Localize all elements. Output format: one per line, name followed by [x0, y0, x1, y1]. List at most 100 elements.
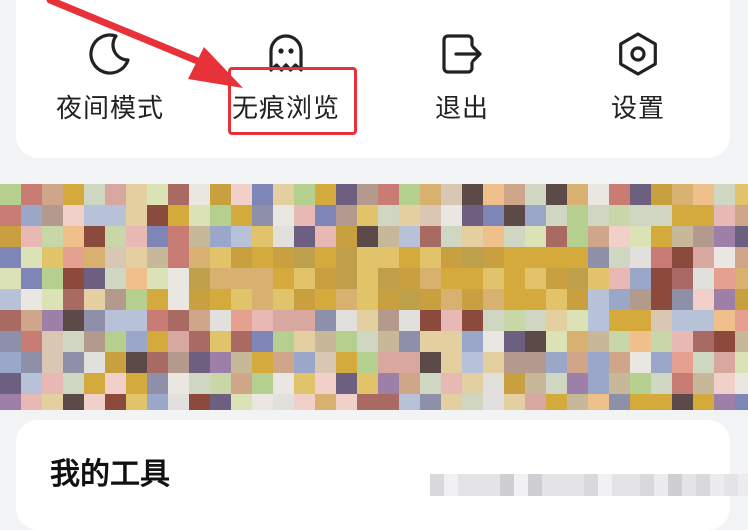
mosaic-tile [294, 268, 316, 290]
mosaic-tile [189, 352, 211, 374]
menu-item-label: 设置 [610, 94, 665, 124]
mosaic-tile [399, 184, 421, 206]
mosaic-tile [735, 247, 748, 269]
mosaic-tile [105, 289, 127, 311]
mosaic-tile [42, 352, 64, 374]
mosaic-tile [210, 352, 232, 374]
mosaic-tile [714, 268, 736, 290]
mosaic-tile [441, 205, 463, 227]
menu-item-settings[interactable]: 设置 [558, 0, 718, 140]
mosaic-tile [315, 205, 337, 227]
mosaic-tile [420, 373, 442, 395]
mosaic-tile [189, 184, 211, 206]
mosaic-tile [570, 474, 585, 496]
mosaic-tile [504, 373, 526, 395]
mosaic-tile [21, 310, 43, 332]
mosaic-tile [273, 184, 295, 206]
mosaic-tile [420, 289, 442, 311]
mosaic-tile [210, 289, 232, 311]
mosaic-tile [105, 268, 127, 290]
mosaic-tile [210, 331, 232, 353]
mosaic-tile [231, 352, 253, 374]
mosaic-tile [735, 310, 748, 332]
mosaic-tile [609, 331, 631, 353]
mosaic-tile [630, 331, 652, 353]
mosaic-tile [714, 205, 736, 227]
mosaic-tile [189, 310, 211, 332]
mosaic-tile [612, 474, 627, 496]
highlight-box [228, 67, 357, 135]
mosaic-tile [546, 268, 568, 290]
mosaic-tile [525, 310, 547, 332]
mosaic-tile [483, 205, 505, 227]
mosaic-tile [735, 331, 748, 353]
mosaic-tile [336, 226, 358, 248]
menu-item-logout[interactable]: 退出 [382, 0, 542, 140]
mosaic-tile [231, 394, 253, 410]
mosaic-tile [0, 226, 22, 248]
mosaic-tile [336, 373, 358, 395]
mosaic-tile [168, 268, 190, 290]
mosaic-tile [462, 247, 484, 269]
mosaic-tile [630, 289, 652, 311]
mosaic-tile [483, 373, 505, 395]
mosaic-tile [273, 205, 295, 227]
mosaic-tile [420, 226, 442, 248]
mosaic-tile [546, 352, 568, 374]
mosaic-tile [147, 394, 169, 410]
pixelated-content [430, 474, 748, 496]
mosaic-tile [357, 289, 379, 311]
mosaic-tile [672, 247, 694, 269]
mosaic-tile [21, 226, 43, 248]
mosaic-tile [714, 331, 736, 353]
mosaic-tile [273, 310, 295, 332]
mosaic-tile [399, 268, 421, 290]
mosaic-tile [0, 310, 22, 332]
mosaic-tile [294, 205, 316, 227]
section-title: 我的工具 [50, 457, 170, 492]
mosaic-tile [21, 394, 43, 410]
mosaic-tile [168, 289, 190, 311]
mosaic-tile [399, 352, 421, 374]
menu-item-label: 退出 [434, 94, 489, 124]
moon-icon [89, 33, 130, 75]
mosaic-tile [294, 289, 316, 311]
mosaic-tile [294, 373, 316, 395]
mosaic-tile [504, 289, 526, 311]
mosaic-tile [672, 205, 694, 227]
mosaic-tile [588, 373, 610, 395]
mosaic-tile [693, 394, 715, 410]
mosaic-tile [147, 352, 169, 374]
mosaic-tile [651, 331, 673, 353]
mosaic-tile [651, 310, 673, 332]
mosaic-tile [357, 184, 379, 206]
mosaic-tile [693, 205, 715, 227]
mosaic-tile [63, 310, 85, 332]
mosaic-tile [231, 310, 253, 332]
mosaic-tile [210, 184, 232, 206]
mosaic-tile [483, 331, 505, 353]
mosaic-tile [609, 247, 631, 269]
mosaic-tile [588, 226, 610, 248]
mosaic-tile [528, 474, 543, 496]
mosaic-tile [525, 205, 547, 227]
mosaic-tile [546, 184, 568, 206]
mosaic-tile [147, 184, 169, 206]
mosaic-tile [42, 310, 64, 332]
mosaic-tile [504, 226, 526, 248]
mosaic-tile [630, 205, 652, 227]
mosaic-tile [147, 373, 169, 395]
menu-item-night-mode[interactable]: 夜间模式 [30, 0, 190, 140]
mosaic-tile [210, 247, 232, 269]
mosaic-tile [735, 205, 748, 227]
mosaic-tile [609, 184, 631, 206]
mosaic-tile [546, 394, 568, 410]
mosaic-tile [567, 226, 589, 248]
mosaic-tile [735, 394, 748, 410]
mosaic-tile [735, 289, 748, 311]
mosaic-tile [567, 373, 589, 395]
mosaic-tile [336, 394, 358, 410]
mosaic-tile [567, 184, 589, 206]
mosaic-tile [273, 373, 295, 395]
mosaic-tile [84, 394, 106, 410]
